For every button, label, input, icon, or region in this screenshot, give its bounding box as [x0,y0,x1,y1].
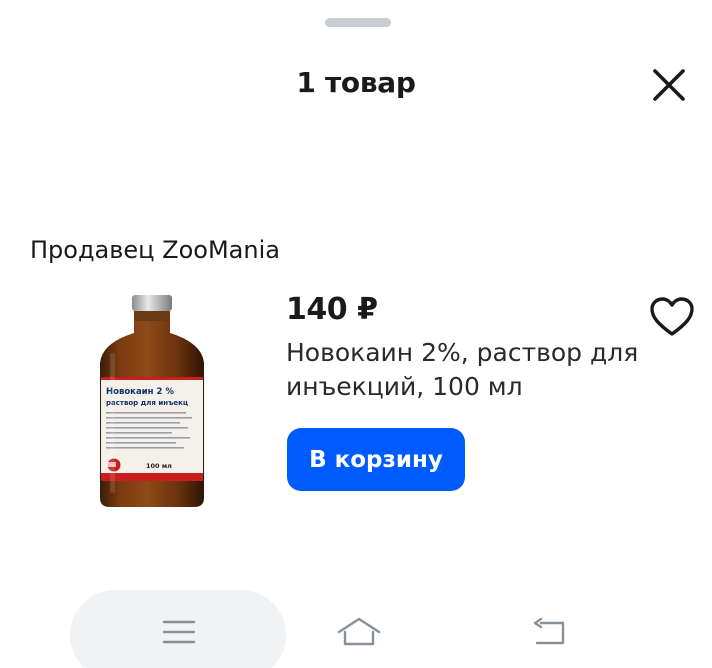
close-icon [653,69,685,101]
heart-outline-icon [650,297,694,336]
nav-back-button[interactable] [524,610,574,654]
product-price: 140 ₽ [286,292,378,327]
home-icon [337,617,381,646]
bottle-label-title: Новокаин 2 % [106,387,174,397]
favorite-button[interactable] [648,294,696,340]
nav-menu-button[interactable] [154,610,204,654]
product-name[interactable]: Новокаин 2%, раствор для инъекций, 100 м… [286,336,656,404]
product-image[interactable]: Новокаин 2 % раствор для инъекц 100 мл [96,293,208,511]
seller-name[interactable]: Продавец ZooMania [30,236,280,264]
add-to-cart-button[interactable]: В корзину [287,428,465,491]
bottle-label-subtitle: раствор для инъекц [106,399,188,407]
bottle-label-volume: 100 мл [146,462,172,470]
nav-home-button[interactable] [334,610,384,654]
sheet-title: 1 товар [296,66,416,99]
back-icon [533,617,565,645]
cart-bottom-sheet: 1 товар Продавец ZooMania Новокаин 2 % р… [0,0,712,668]
sheet-grabber-handle[interactable] [325,18,391,27]
close-button[interactable] [648,64,690,106]
menu-icon [162,620,196,644]
